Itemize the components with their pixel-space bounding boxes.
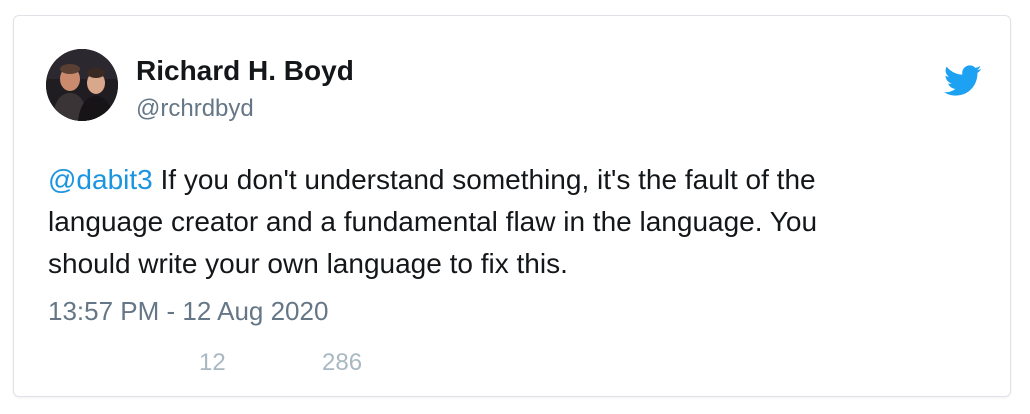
avatar-image bbox=[46, 49, 118, 121]
tweet-text-line-1-rest: If you don't understand something, it's … bbox=[152, 164, 816, 195]
tweet-text-line-1: @dabit3 If you don't understand somethin… bbox=[48, 159, 988, 201]
tweet-text-line-2: language creator and a fundamental flaw … bbox=[48, 206, 818, 237]
tweet-timestamp[interactable]: 13:57 PM - 12 Aug 2020 bbox=[48, 295, 328, 327]
tweet-text: @dabit3 If you don't understand somethin… bbox=[48, 159, 988, 285]
tweet-card: Richard H. Boyd @rchrdbyd @dabit3 If you… bbox=[13, 15, 1011, 397]
tweet-text-line-3: should write your own language to fix th… bbox=[48, 248, 568, 279]
author-display-name[interactable]: Richard H. Boyd bbox=[136, 54, 354, 88]
author-avatar[interactable] bbox=[46, 49, 118, 121]
author-handle[interactable]: @rchrdbyd bbox=[136, 94, 254, 124]
reply-count[interactable]: 12 bbox=[199, 348, 226, 378]
twitter-bird-icon[interactable] bbox=[944, 64, 982, 98]
like-count[interactable]: 286 bbox=[322, 348, 362, 378]
mention-link[interactable]: @dabit3 bbox=[48, 164, 153, 195]
